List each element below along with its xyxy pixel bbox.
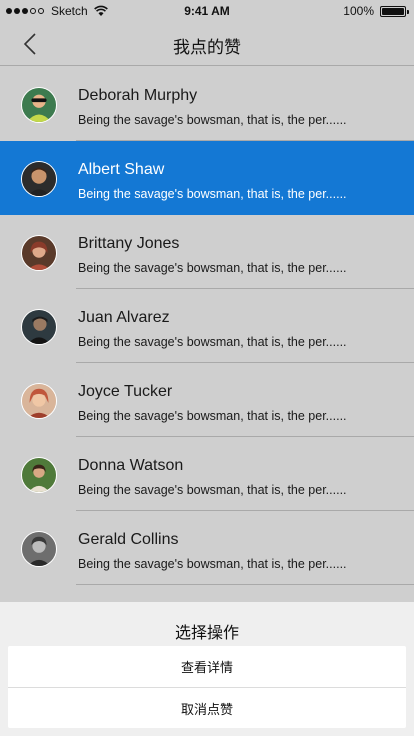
list-item[interactable]: Donna Watson Being the savage's bowsman,… [0,437,414,511]
avatar [21,161,57,197]
user-message: Being the savage's bowsman, that is, the… [78,113,347,127]
list-item[interactable]: Deborah Murphy Being the savage's bowsma… [0,67,414,141]
avatar [21,309,57,345]
avatar [21,87,57,123]
list-item[interactable]: Joyce Tucker Being the savage's bowsman,… [0,363,414,437]
user-message: Being the savage's bowsman, that is, the… [78,409,347,423]
action-sheet-options: 查看详情 取消点赞 [8,646,406,728]
list-item[interactable]: Brittany Jones Being the savage's bowsma… [0,215,414,289]
page-title: 我点的赞 [173,38,241,57]
unlike-button[interactable]: 取消点赞 [8,687,406,728]
user-message: Being the savage's bowsman, that is, the… [78,483,347,497]
user-message: Being the savage's bowsman, that is, the… [78,187,347,201]
navigation-bar: 我点的赞 [0,22,414,66]
user-name: Donna Watson [78,457,184,474]
user-name: Joyce Tucker [78,383,173,400]
battery-percent: 100% [343,4,374,18]
liked-users-list: Deborah Murphy Being the savage's bowsma… [0,67,414,585]
action-sheet: 选择操作 查看详情 取消点赞 [0,602,414,736]
view-details-button[interactable]: 查看详情 [8,646,406,687]
avatar [21,531,57,567]
battery-status: 100% [343,4,409,18]
user-name: Albert Shaw [78,161,165,178]
user-name: Brittany Jones [78,235,180,252]
action-sheet-title: 选择操作 [174,625,239,642]
avatar [21,457,57,493]
user-message: Being the savage's bowsman, that is, the… [78,335,347,349]
user-message: Being the savage's bowsman, that is, the… [78,261,347,275]
user-name: Juan Alvarez [78,309,170,326]
avatar [21,383,57,419]
user-name: Deborah Murphy [78,87,198,104]
list-item[interactable]: Juan Alvarez Being the savage's bowsman,… [0,289,414,363]
status-bar: Sketch 9:41 AM 100% [0,0,414,22]
user-name: Gerald Collins [78,531,179,548]
avatar [21,235,57,271]
list-item[interactable]: Albert Shaw Being the savage's bowsman, … [0,141,414,215]
user-message: Being the savage's bowsman, that is, the… [78,557,347,571]
battery-icon [380,5,409,17]
list-item[interactable]: Gerald Collins Being the savage's bowsma… [0,511,414,585]
divider [76,584,414,585]
